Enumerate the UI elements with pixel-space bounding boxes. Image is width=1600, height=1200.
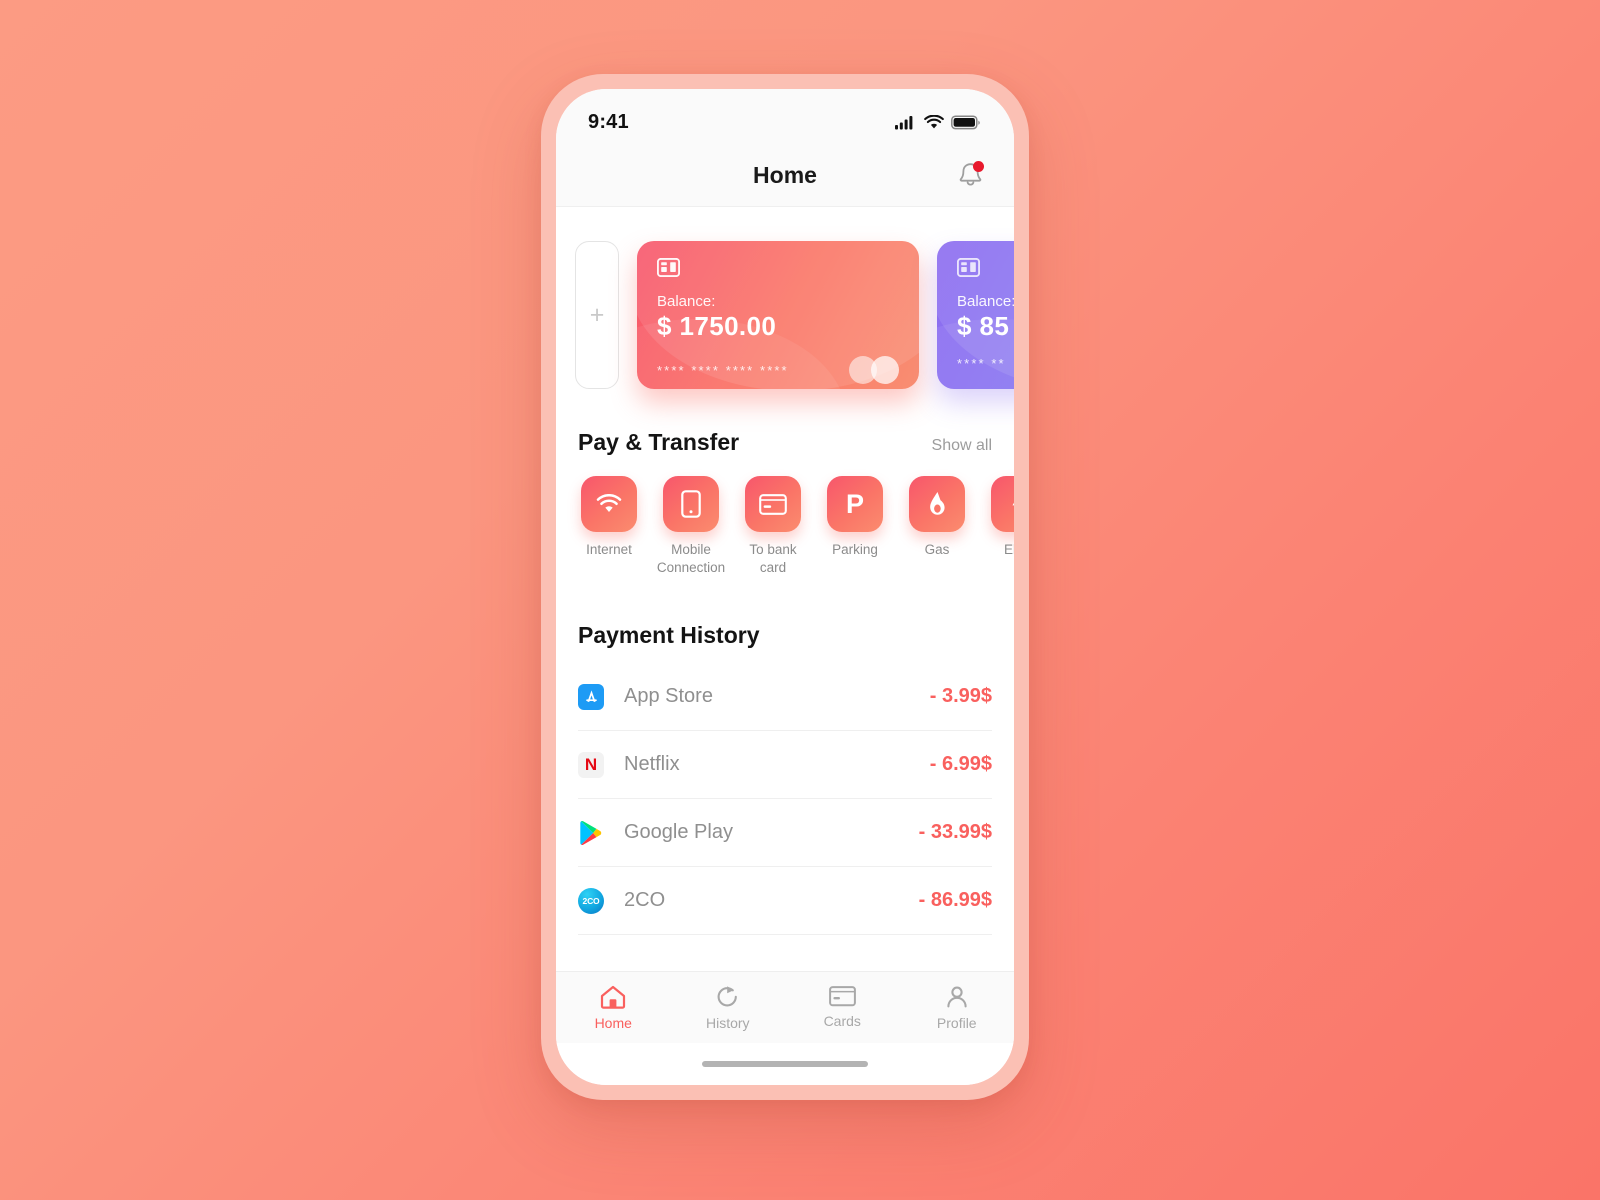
merchant-name: 2CO xyxy=(624,889,666,912)
service-item-internet[interactable]: Internet xyxy=(575,476,643,576)
battery-full-icon xyxy=(951,114,980,129)
card-footer: **** ** xyxy=(957,356,1014,371)
app-header: Home xyxy=(556,145,1014,207)
add-card-button[interactable]: + xyxy=(575,241,619,389)
pay-transfer-header: Pay & Transfer Show all xyxy=(556,429,1014,456)
merchant-name: App Store xyxy=(624,685,713,708)
card-balance-value: $ 1750.00 xyxy=(657,311,777,341)
table-row[interactable]: Google Play - 33.99$ xyxy=(578,799,992,868)
nav-label: History xyxy=(705,1014,750,1031)
payment-history-section: Payment History App Store - 3.99$ N Netf… xyxy=(556,622,1014,936)
2co-icon: 2CO xyxy=(578,887,604,914)
nav-label: Cards xyxy=(823,1013,861,1029)
service-label: Gas xyxy=(924,542,950,557)
smartphone-icon xyxy=(681,490,701,518)
service-item-electricity[interactable]: Elect xyxy=(985,476,1014,576)
home-indicator-area xyxy=(556,1043,1014,1085)
service-label: To bank card xyxy=(749,542,797,575)
status-icons xyxy=(895,114,980,130)
service-tile xyxy=(663,476,719,532)
card-chip-icon xyxy=(656,257,681,278)
service-tile xyxy=(581,476,637,532)
notification-badge-dot xyxy=(973,160,984,172)
service-tile: P xyxy=(827,476,883,532)
phone-frame: 9:41 Home + Balance: $ 1750.00 **** ****… xyxy=(541,74,1029,1100)
card-chip-icon xyxy=(956,257,981,278)
wifi-icon xyxy=(596,494,622,512)
notification-button[interactable] xyxy=(950,156,990,196)
transaction-amount: - 3.99$ xyxy=(929,685,992,708)
service-tile xyxy=(909,476,965,532)
clock-rotate-icon xyxy=(717,985,738,1006)
mastercard-logo-icon xyxy=(849,356,899,384)
house-icon xyxy=(601,985,626,1009)
cellular-signal-icon xyxy=(895,115,913,129)
page-title: Home xyxy=(753,162,817,188)
service-label: Parking xyxy=(832,542,878,557)
credit-card-icon xyxy=(828,986,856,1007)
table-row[interactable]: 2CO 2CO - 86.99$ xyxy=(578,867,992,936)
service-item-to-bank-card[interactable]: To bank card xyxy=(739,476,807,576)
nav-item-profile[interactable]: Profile xyxy=(900,985,1015,1031)
transaction-amount: - 33.99$ xyxy=(918,821,992,844)
bank-card-secondary[interactable]: Balance: $ 85 **** ** xyxy=(937,241,1014,389)
service-item-mobile-connection[interactable]: Mobile Connection xyxy=(657,476,725,576)
service-tile xyxy=(745,476,801,532)
service-item-parking[interactable]: P Parking xyxy=(821,476,889,576)
card-balance-label: Balance: xyxy=(657,293,716,310)
service-label: Internet xyxy=(586,542,632,557)
gas-flame-icon xyxy=(930,491,945,515)
status-time: 9:41 xyxy=(588,110,629,133)
netflix-icon: N xyxy=(578,751,604,778)
merchant-name: Google Play xyxy=(624,821,733,844)
card-masked-number: **** **** **** **** xyxy=(657,362,789,378)
merchant-name: Netflix xyxy=(624,753,680,776)
cards-carousel[interactable]: + Balance: $ 1750.00 **** **** **** **** xyxy=(556,207,1014,389)
card-balance-label: Balance: xyxy=(957,293,1014,310)
transaction-amount: - 6.99$ xyxy=(929,753,992,776)
nav-label: Profile xyxy=(936,1014,977,1031)
person-icon xyxy=(947,986,967,1007)
parking-p-icon: P xyxy=(845,488,864,519)
nav-item-history[interactable]: History xyxy=(671,985,786,1031)
payment-history-title: Payment History xyxy=(578,622,760,649)
nav-label: Home xyxy=(594,1014,632,1031)
credit-card-icon xyxy=(759,493,787,515)
table-row[interactable]: N Netflix - 6.99$ xyxy=(578,731,992,800)
service-item-gas[interactable]: Gas xyxy=(903,476,971,576)
service-tile xyxy=(991,476,1014,532)
bottom-navigation: Home History Cards Profile xyxy=(556,971,1014,1043)
bank-card-primary[interactable]: Balance: $ 1750.00 **** **** **** **** xyxy=(637,241,919,389)
home-indicator[interactable] xyxy=(702,1061,868,1067)
nav-item-cards[interactable]: Cards xyxy=(785,986,900,1029)
app-store-icon xyxy=(578,683,604,710)
card-balance-value: $ 85 xyxy=(957,311,1010,341)
status-bar: 9:41 xyxy=(556,89,1014,145)
electricity-icon xyxy=(1012,502,1014,506)
screen-content: + Balance: $ 1750.00 **** **** **** **** xyxy=(556,207,1014,971)
pay-transfer-title: Pay & Transfer xyxy=(578,429,740,455)
card-masked-number: **** ** xyxy=(957,356,1006,371)
wifi-icon xyxy=(924,114,944,128)
phone-screen: 9:41 Home + Balance: $ 1750.00 **** ****… xyxy=(556,89,1014,1085)
services-carousel[interactable]: Internet Mobile Connection To bank card … xyxy=(556,456,1014,576)
transaction-amount: - 86.99$ xyxy=(918,889,992,912)
table-row[interactable]: App Store - 3.99$ xyxy=(578,663,992,732)
service-label: Elect xyxy=(1003,542,1014,557)
card-footer: **** **** **** **** xyxy=(657,356,899,384)
show-all-link[interactable]: Show all xyxy=(932,437,992,455)
service-label: Mobile Connection xyxy=(656,542,726,575)
nav-item-home[interactable]: Home xyxy=(556,985,671,1031)
google-play-icon xyxy=(578,820,604,846)
